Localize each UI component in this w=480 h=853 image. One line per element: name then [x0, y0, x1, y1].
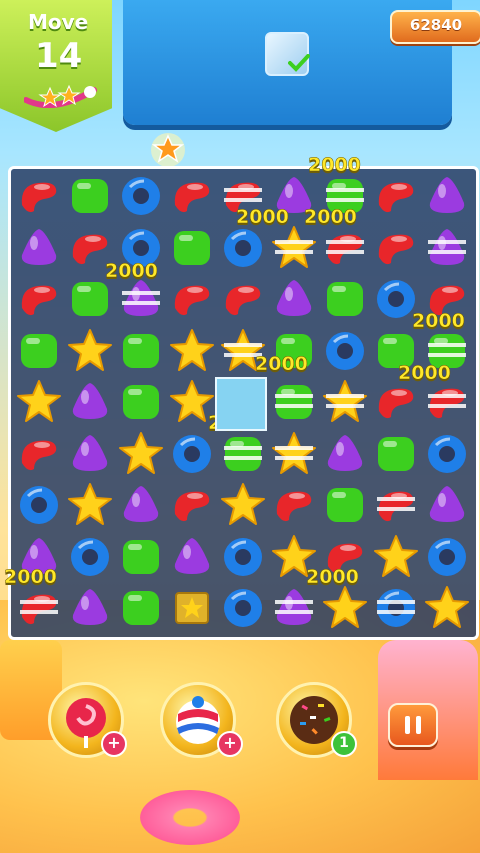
candy-yellow[interactable] — [371, 532, 421, 582]
score-popup: 2000 — [4, 566, 57, 589]
moves-counter: Move 14 — [0, 0, 112, 132]
candy-yellow[interactable] — [116, 429, 166, 479]
candy-wrapped-yellow[interactable] — [167, 583, 217, 633]
candy-blue[interactable] — [422, 532, 472, 582]
candy-purple-striped[interactable] — [269, 583, 319, 633]
checkmark-icon — [288, 54, 310, 72]
candy-red-striped[interactable] — [371, 480, 421, 530]
empty-ice-cell — [215, 377, 267, 431]
candy-red[interactable] — [14, 429, 64, 479]
candy-purple[interactable] — [14, 223, 64, 273]
score-popup: 2000 — [255, 353, 308, 376]
candy-red[interactable] — [269, 480, 319, 530]
candy-yellow[interactable] — [65, 326, 115, 376]
candy-yellow-striped[interactable] — [269, 429, 319, 479]
candy-green[interactable] — [116, 583, 166, 633]
candy-blue[interactable] — [218, 583, 268, 633]
candy-green-striped[interactable] — [218, 429, 268, 479]
score-popup: 2000 — [308, 154, 361, 177]
candy-yellow-striped[interactable] — [320, 377, 370, 427]
candy-yellow[interactable] — [14, 377, 64, 427]
score-value: 62840 — [409, 16, 463, 34]
booster-striped-candy[interactable]: + — [160, 682, 243, 758]
candy-purple[interactable] — [320, 429, 370, 479]
booster-plus-badge[interactable]: + — [217, 731, 243, 757]
candy-purple[interactable] — [116, 480, 166, 530]
score-popup: 2000 — [412, 310, 465, 333]
candy-yellow[interactable] — [65, 480, 115, 530]
background-donut — [140, 790, 240, 845]
booster-lollipop-hammer[interactable]: + — [48, 682, 127, 758]
candy-red[interactable] — [14, 171, 64, 221]
candy-yellow[interactable] — [167, 326, 217, 376]
progress-star-icon — [151, 133, 185, 167]
candy-purple[interactable] — [167, 532, 217, 582]
pause-icon — [405, 716, 421, 734]
score-popup: 2000 — [306, 566, 359, 589]
star-meter-icon — [24, 84, 97, 108]
candy-purple[interactable] — [422, 171, 472, 221]
candy-yellow-striped[interactable] — [269, 223, 319, 273]
candy-green[interactable] — [116, 532, 166, 582]
candy-purple[interactable] — [65, 583, 115, 633]
candy-blue[interactable] — [218, 223, 268, 273]
moves-remaining: 14 — [35, 36, 83, 76]
candy-blue[interactable] — [65, 532, 115, 582]
booster-count-badge: 1 — [331, 731, 357, 757]
candy-red[interactable] — [371, 223, 421, 273]
candy-red-striped[interactable] — [14, 583, 64, 633]
candy-green[interactable] — [116, 326, 166, 376]
candy-blue[interactable] — [14, 480, 64, 530]
moves-label: Move — [28, 10, 89, 34]
candy-red[interactable] — [14, 274, 64, 324]
candy-green[interactable] — [116, 377, 166, 427]
candy-purple[interactable] — [422, 480, 472, 530]
pause-button[interactable] — [388, 703, 438, 747]
candy-green[interactable] — [65, 171, 115, 221]
candy-green[interactable] — [320, 274, 370, 324]
candy-blue-striped[interactable] — [371, 583, 421, 633]
candy-green-striped[interactable] — [269, 377, 319, 427]
candy-blue[interactable] — [422, 429, 472, 479]
candy-yellow[interactable] — [320, 583, 370, 633]
score-popup: 2000 — [398, 362, 451, 385]
candy-purple[interactable] — [65, 377, 115, 427]
candy-purple[interactable] — [65, 429, 115, 479]
candy-red[interactable] — [167, 171, 217, 221]
candy-green[interactable] — [167, 223, 217, 273]
candy-green[interactable] — [371, 429, 421, 479]
candy-red[interactable] — [167, 274, 217, 324]
candy-green[interactable] — [14, 326, 64, 376]
booster-color-bomb[interactable]: 1 — [276, 682, 357, 758]
candy-red[interactable] — [371, 377, 421, 427]
candy-red-striped[interactable] — [320, 223, 370, 273]
score-popup: 2000 — [304, 206, 357, 229]
candy-yellow[interactable] — [422, 583, 472, 633]
candy-purple[interactable] — [269, 274, 319, 324]
candy-purple-striped[interactable] — [422, 223, 472, 273]
candy-red[interactable] — [371, 171, 421, 221]
score-display: 62840 — [390, 10, 480, 44]
booster-plus-badge[interactable]: + — [101, 731, 127, 757]
candy-blue[interactable] — [167, 429, 217, 479]
candy-yellow[interactable] — [218, 480, 268, 530]
candy-red[interactable] — [218, 274, 268, 324]
score-popup: 2000 — [236, 206, 289, 229]
candy-blue[interactable] — [320, 326, 370, 376]
score-popup: 2000 — [105, 260, 158, 283]
candy-red[interactable] — [167, 480, 217, 530]
candy-blue[interactable] — [116, 171, 166, 221]
candy-green[interactable] — [320, 480, 370, 530]
candy-blue[interactable] — [218, 532, 268, 582]
candy-red-striped[interactable] — [422, 377, 472, 427]
